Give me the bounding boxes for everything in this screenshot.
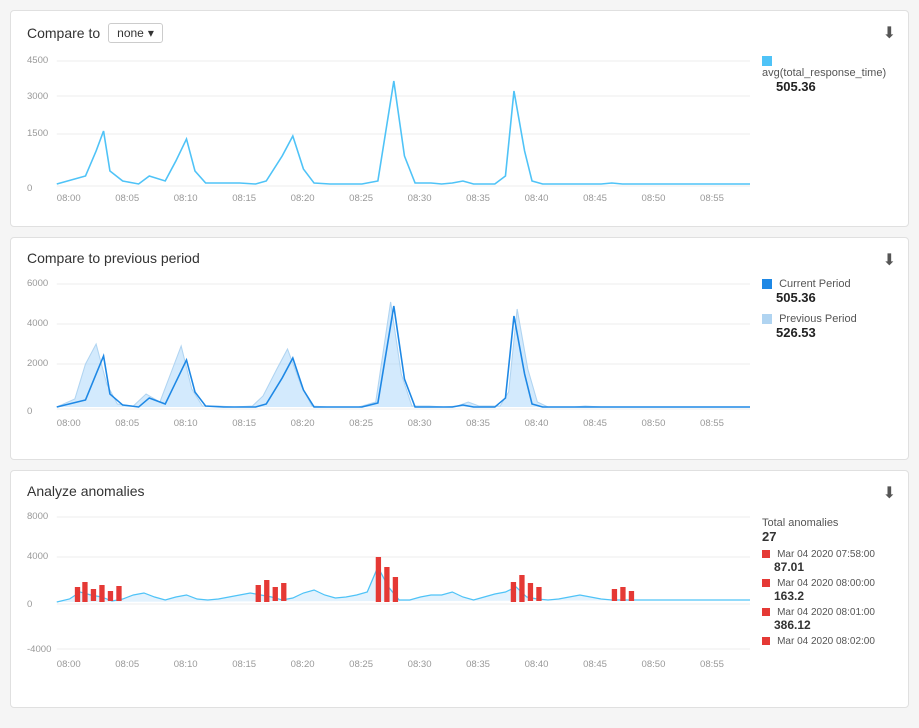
svg-text:-4000: -4000 [27,644,51,654]
svg-text:08:05: 08:05 [115,418,139,428]
anomaly-item-3: Mar 04 2020 08:02:00 [762,635,892,647]
compare-control: Compare to none ▾ [27,23,163,43]
svg-text:08:05: 08:05 [115,659,139,669]
anomaly-dot-3 [762,637,770,645]
chart-svg-2: 6000 4000 2000 0 08:00 08:05 08:10 08:15… [27,274,750,447]
compare-to-label: Compare to [27,25,100,41]
svg-text:4000: 4000 [27,318,48,328]
anomaly-list: Total anomalies 27 Mar 04 2020 07:58:00 … [762,517,892,647]
anomaly-dot-2 [762,608,770,616]
legend-previous: Previous Period 526.53 [762,313,892,340]
panel3-title: Analyze anomalies [27,483,145,499]
chevron-down-icon: ▾ [148,26,154,40]
svg-text:08:45: 08:45 [583,659,607,669]
panel2-header: Compare to previous period [27,250,892,266]
svg-text:08:45: 08:45 [583,418,607,428]
svg-text:8000: 8000 [27,511,48,521]
svg-text:08:25: 08:25 [349,659,373,669]
svg-text:08:50: 08:50 [642,659,666,669]
svg-text:08:00: 08:00 [57,418,81,428]
svg-text:08:55: 08:55 [700,193,724,203]
panel-compare-to: Compare to none ▾ ⬇ 4500 3000 1500 0 [10,10,909,227]
svg-text:08:35: 08:35 [466,659,490,669]
download-button-3[interactable]: ⬇ [883,483,896,503]
svg-text:08:50: 08:50 [642,418,666,428]
download-button-1[interactable]: ⬇ [883,23,896,43]
svg-text:4000: 4000 [27,551,48,561]
svg-text:08:05: 08:05 [115,193,139,203]
svg-text:08:55: 08:55 [700,418,724,428]
svg-text:08:45: 08:45 [583,193,607,203]
svg-text:08:25: 08:25 [349,193,373,203]
chart-svg-3: 8000 4000 0 -4000 [27,507,750,695]
panel1-header: Compare to none ▾ [27,23,892,43]
svg-text:4500: 4500 [27,55,48,65]
svg-text:08:10: 08:10 [174,418,198,428]
anomaly-dot-0 [762,550,770,558]
legend-1: avg(total_response_time) 505.36 [762,51,892,214]
svg-text:08:55: 08:55 [700,659,724,669]
svg-text:08:40: 08:40 [525,418,549,428]
svg-text:08:50: 08:50 [642,193,666,203]
legend-current: Current Period 505.36 [762,278,892,305]
legend-item-1: avg(total_response_time) 505.36 [762,55,892,94]
svg-text:0: 0 [27,599,32,609]
panel3-header: Analyze anomalies [27,483,892,499]
svg-text:08:20: 08:20 [291,418,315,428]
svg-text:08:20: 08:20 [291,659,315,669]
svg-text:08:10: 08:10 [174,659,198,669]
svg-text:08:30: 08:30 [408,418,432,428]
panel-compare-previous: Compare to previous period ⬇ 6000 4000 2… [10,237,909,460]
svg-text:6000: 6000 [27,278,48,288]
panel-anomalies: Analyze anomalies ⬇ 8000 4000 0 -4000 [10,470,909,708]
download-button-2[interactable]: ⬇ [883,250,896,270]
svg-text:0: 0 [27,183,32,193]
svg-text:08:35: 08:35 [466,418,490,428]
legend-color-previous [762,314,772,324]
svg-text:08:15: 08:15 [232,193,256,203]
svg-text:08:40: 08:40 [525,193,549,203]
svg-text:08:40: 08:40 [525,659,549,669]
legend-2: Current Period 505.36 Previous Period 52… [762,274,892,447]
svg-text:08:10: 08:10 [174,193,198,203]
svg-text:1500: 1500 [27,128,48,138]
legend-color-1 [762,56,772,66]
anomaly-item-2: Mar 04 2020 08:01:00 386.12 [762,606,892,632]
svg-text:08:30: 08:30 [408,659,432,669]
anomaly-item-0: Mar 04 2020 07:58:00 87.01 [762,548,892,574]
svg-text:08:20: 08:20 [291,193,315,203]
svg-text:08:15: 08:15 [232,659,256,669]
compare-dropdown[interactable]: none ▾ [108,23,163,43]
legend-color-current [762,279,772,289]
panel2-title: Compare to previous period [27,250,200,266]
svg-text:08:15: 08:15 [232,418,256,428]
svg-text:08:00: 08:00 [57,659,81,669]
svg-text:08:30: 08:30 [408,193,432,203]
svg-text:08:00: 08:00 [57,193,81,203]
chart-area-2: 6000 4000 2000 0 08:00 08:05 08:10 08:15… [27,274,892,447]
chart-svg-1: 4500 3000 1500 0 08:00 08:05 08:10 08:15… [27,51,750,214]
svg-text:3000: 3000 [27,91,48,101]
chart-area-1: 4500 3000 1500 0 08:00 08:05 08:10 08:15… [27,51,892,214]
chart-area-3: 8000 4000 0 -4000 [27,507,892,695]
svg-text:0: 0 [27,406,32,416]
anomaly-dot-1 [762,579,770,587]
svg-text:08:35: 08:35 [466,193,490,203]
svg-text:08:25: 08:25 [349,418,373,428]
svg-text:2000: 2000 [27,358,48,368]
legend-3: Total anomalies 27 Mar 04 2020 07:58:00 … [762,507,892,695]
anomaly-item-1: Mar 04 2020 08:00:00 163.2 [762,577,892,603]
